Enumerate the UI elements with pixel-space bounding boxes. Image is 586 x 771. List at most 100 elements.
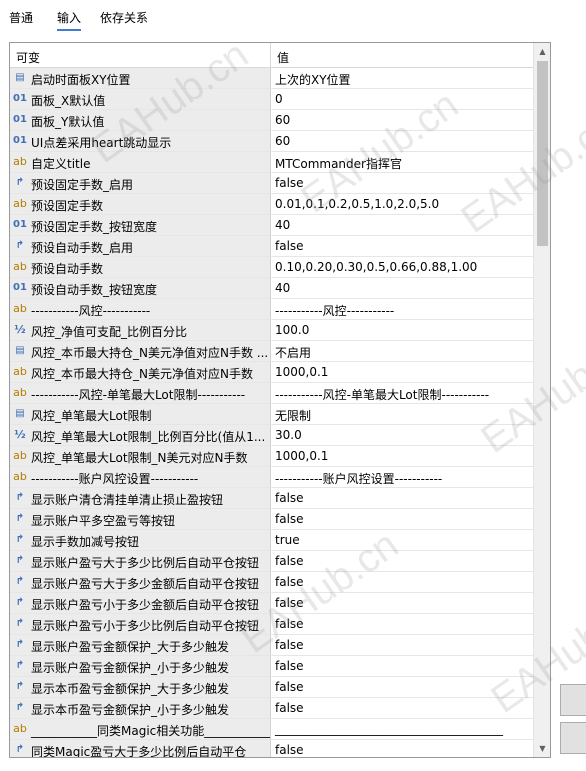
variable-cell[interactable]: ↱ 显示账户盈亏大于多少金额后自动平仓按钮	[10, 572, 271, 592]
variable-value[interactable]: 0.10,0.20,0.30,0.5,0.66,0.88,1.00	[275, 260, 477, 274]
variable-cell[interactable]: ▤ 启动时面板XY位置	[10, 68, 271, 88]
variable-value[interactable]: false	[275, 617, 304, 631]
variable-cell[interactable]: ab ___________同类Magic相关功能___________	[10, 719, 271, 739]
variable-cell[interactable]: 01 预设固定手数_按钮宽度	[10, 215, 271, 235]
variable-value[interactable]: 0	[275, 92, 283, 106]
value-cell[interactable]: 0	[271, 89, 533, 109]
variable-value[interactable]: false	[275, 638, 304, 652]
tab-dependencies[interactable]: 依存关系	[100, 9, 148, 26]
variable-value[interactable]: false	[275, 554, 304, 568]
table-row[interactable]: ↱ 显示账户盈亏金额保护_小于多少触发 false	[10, 656, 533, 677]
value-cell[interactable]: 40	[271, 215, 533, 235]
value-cell[interactable]: 上次的XY位置	[271, 68, 533, 88]
variable-cell[interactable]: 01 预设自动手数_按钮宽度	[10, 278, 271, 298]
variable-cell[interactable]: ▤ 风控_本币最大持仓_N美元净值对应N手数 ...	[10, 341, 271, 361]
variable-cell[interactable]: ↱ 显示账户盈亏金额保护_大于多少触发	[10, 635, 271, 655]
variable-cell[interactable]: ↱ 显示本币盈亏金额保护_小于多少触发	[10, 698, 271, 718]
value-cell[interactable]: false	[271, 173, 533, 193]
value-cell[interactable]: false	[271, 698, 533, 718]
variable-value[interactable]: -----------风控-----------	[275, 302, 394, 319]
variable-cell[interactable]: 01 面板_Y默认值	[10, 110, 271, 130]
variable-cell[interactable]: ab 预设固定手数	[10, 194, 271, 214]
variable-cell[interactable]: ▤ 风控_单笔最大Lot限制	[10, 404, 271, 424]
value-cell[interactable]: 40	[271, 278, 533, 298]
table-row[interactable]: ½ 风控_单笔最大Lot限制_比例百分比(值从1... 30.0	[10, 425, 533, 446]
scroll-up-arrow-icon[interactable]: ▲	[534, 43, 550, 60]
value-cell[interactable]: false	[271, 656, 533, 676]
table-row[interactable]: ▤ 风控_本币最大持仓_N美元净值对应N手数 ... 不启用	[10, 341, 533, 362]
value-cell[interactable]: false	[271, 488, 533, 508]
value-cell[interactable]: 100.0	[271, 320, 533, 340]
value-cell[interactable]: MTCommander指挥官	[271, 152, 533, 172]
table-row[interactable]: ▤ 风控_单笔最大Lot限制 无限制	[10, 404, 533, 425]
variable-cell[interactable]: ab -----------账户风控设置-----------	[10, 467, 271, 487]
table-row[interactable]: 01 预设固定手数_按钮宽度 40	[10, 215, 533, 236]
table-row[interactable]: ↱ 同类Magic盈亏大于多少比例后自动平仓 false	[10, 740, 533, 757]
value-cell[interactable]: ______________________________________	[271, 719, 533, 739]
variable-value[interactable]: false	[275, 743, 304, 757]
variable-cell[interactable]: ↱ 显示账户盈亏小于多少金额后自动平仓按钮	[10, 593, 271, 613]
variable-cell[interactable]: ↱ 预设固定手数_启用	[10, 173, 271, 193]
variable-value[interactable]: 上次的XY位置	[275, 71, 351, 88]
table-row[interactable]: ↱ 显示本币盈亏金额保护_大于多少触发 false	[10, 677, 533, 698]
table-row[interactable]: ↱ 显示账户清仓清挂单清止损止盈按钮 false	[10, 488, 533, 509]
variable-cell[interactable]: ↱ 显示账户盈亏金额保护_小于多少触发	[10, 656, 271, 676]
variable-cell[interactable]: ↱ 同类Magic盈亏大于多少比例后自动平仓	[10, 740, 271, 757]
variable-value[interactable]: 100.0	[275, 323, 309, 337]
table-row[interactable]: 01 面板_Y默认值 60	[10, 110, 533, 131]
variable-value[interactable]: 无限制	[275, 407, 311, 424]
value-cell[interactable]: -----------风控-----------	[271, 299, 533, 319]
variable-cell[interactable]: ↱ 显示账户盈亏大于多少比例后自动平仓按钮	[10, 551, 271, 571]
variable-value[interactable]: false	[275, 491, 304, 505]
table-row[interactable]: ab 预设固定手数 0.01,0.1,0.2,0.5,1.0,2.0,5.0	[10, 194, 533, 215]
value-cell[interactable]: true	[271, 530, 533, 550]
table-row[interactable]: 01 UI点差采用heart跳动显示 60	[10, 131, 533, 152]
variable-cell[interactable]: ↱ 显示账户平多空盈亏等按钮	[10, 509, 271, 529]
value-cell[interactable]: 60	[271, 110, 533, 130]
variable-cell[interactable]: ab 预设自动手数	[10, 257, 271, 277]
value-cell[interactable]: false	[271, 740, 533, 757]
value-cell[interactable]: false	[271, 593, 533, 613]
table-row[interactable]: ↱ 显示账户盈亏金额保护_大于多少触发 false	[10, 635, 533, 656]
table-row[interactable]: ab ___________同类Magic相关功能___________ _____…	[10, 719, 533, 740]
variable-value[interactable]: false	[275, 680, 304, 694]
value-cell[interactable]: false	[271, 614, 533, 634]
variable-cell[interactable]: ½ 风控_净值可支配_比例百分比	[10, 320, 271, 340]
variable-value[interactable]: false	[275, 596, 304, 610]
table-row[interactable]: ↱ 预设固定手数_启用 false	[10, 173, 533, 194]
variable-cell[interactable]: ab -----------风控-单笔最大Lot限制-----------	[10, 383, 271, 403]
table-row[interactable]: ↱ 显示账户平多空盈亏等按钮 false	[10, 509, 533, 530]
value-cell[interactable]: 1000,0.1	[271, 446, 533, 466]
table-row[interactable]: ↱ 显示账户盈亏大于多少比例后自动平仓按钮 false	[10, 551, 533, 572]
table-row[interactable]: 01 预设自动手数_按钮宽度 40	[10, 278, 533, 299]
table-row[interactable]: ab 自定义title MTCommander指挥官	[10, 152, 533, 173]
variable-cell[interactable]: ↱ 显示账户清仓清挂单清止损止盈按钮	[10, 488, 271, 508]
variable-value[interactable]: false	[275, 575, 304, 589]
value-cell[interactable]: false	[271, 635, 533, 655]
table-row[interactable]: ab 风控_本币最大持仓_N美元净值对应N手数 1000,0.1	[10, 362, 533, 383]
variable-value[interactable]: false	[275, 176, 304, 190]
variable-cell[interactable]: ab 风控_单笔最大Lot限制_N美元对应N手数	[10, 446, 271, 466]
variable-value[interactable]: 1000,0.1	[275, 365, 328, 379]
table-row[interactable]: ab 风控_单笔最大Lot限制_N美元对应N手数 1000,0.1	[10, 446, 533, 467]
variable-value[interactable]: 40	[275, 281, 290, 295]
table-row[interactable]: ½ 风控_净值可支配_比例百分比 100.0	[10, 320, 533, 341]
variable-value[interactable]: false	[275, 659, 304, 673]
variable-cell[interactable]: ab -----------风控-----------	[10, 299, 271, 319]
variable-value[interactable]: 60	[275, 113, 290, 127]
variable-cell[interactable]: ab 风控_本币最大持仓_N美元净值对应N手数	[10, 362, 271, 382]
variable-value[interactable]: 1000,0.1	[275, 449, 328, 463]
variable-cell[interactable]: 01 面板_X默认值	[10, 89, 271, 109]
table-row[interactable]: ab -----------风控----------- -----------风控-…	[10, 299, 533, 320]
variable-value[interactable]: 40	[275, 218, 290, 232]
value-cell[interactable]: false	[271, 509, 533, 529]
value-cell[interactable]: 不启用	[271, 341, 533, 361]
table-row[interactable]: ↱ 预设自动手数_启用 false	[10, 236, 533, 257]
table-row[interactable]: 01 面板_X默认值 0	[10, 89, 533, 110]
table-row[interactable]: ↱ 显示手数加减号按钮 true	[10, 530, 533, 551]
variable-value[interactable]: ______________________________________	[275, 722, 503, 736]
value-cell[interactable]: -----------账户风控设置-----------	[271, 467, 533, 487]
table-row[interactable]: ▤ 启动时面板XY位置 上次的XY位置	[10, 68, 533, 89]
table-row[interactable]: ↱ 显示本币盈亏金额保护_小于多少触发 false	[10, 698, 533, 719]
variable-cell[interactable]: ↱ 显示账户盈亏小于多少比例后自动平仓按钮	[10, 614, 271, 634]
